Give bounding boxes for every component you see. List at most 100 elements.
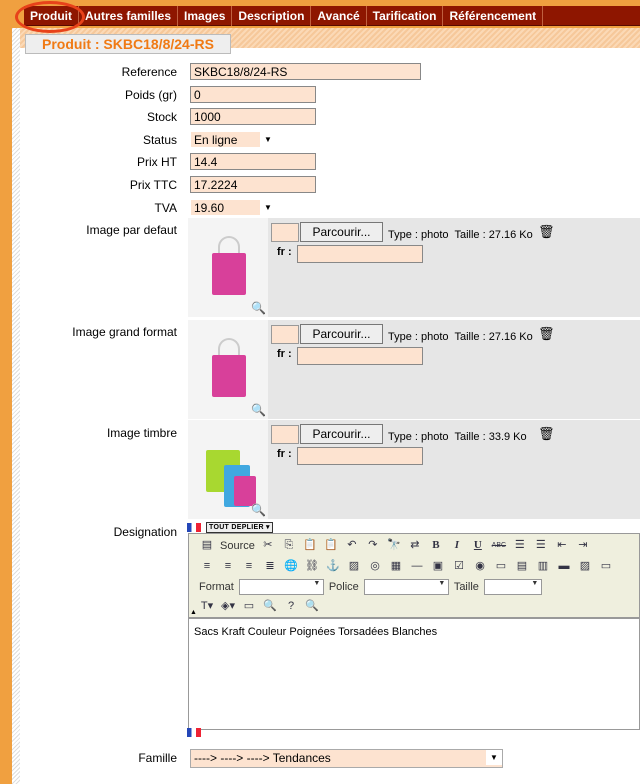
- select-icon[interactable]: ▥: [535, 559, 551, 574]
- trash-icon[interactable]: 🗑: [538, 224, 555, 240]
- prix-ttc-label: Prix TTC: [129, 178, 177, 192]
- align-center-icon[interactable]: ≡: [220, 559, 236, 574]
- image-timbre-section: 🔍 Parcourir... Type : photo Taille : 33.…: [188, 420, 640, 519]
- tab-referencement[interactable]: Référencement: [443, 6, 544, 26]
- link-icon[interactable]: 🌐: [283, 559, 299, 574]
- prix-ttc-input[interactable]: [190, 176, 316, 193]
- source-button[interactable]: Source: [220, 540, 255, 552]
- radio-icon[interactable]: ◉: [472, 559, 488, 574]
- cut-icon[interactable]: ✂: [260, 538, 276, 553]
- image-button-icon[interactable]: ▨: [577, 559, 593, 574]
- rule-icon[interactable]: ―: [409, 559, 425, 574]
- source-icon[interactable]: ▤: [199, 538, 215, 553]
- image-icon[interactable]: ▨: [346, 559, 362, 574]
- tab-description[interactable]: Description: [232, 6, 312, 26]
- status-select[interactable]: En ligne ▼: [190, 131, 277, 148]
- show-blocks-icon[interactable]: ▭: [241, 599, 257, 614]
- product-thumbnail[interactable]: 🔍: [188, 420, 268, 519]
- textarea-icon[interactable]: ▤: [514, 559, 530, 574]
- stock-input[interactable]: [190, 108, 316, 125]
- police-select[interactable]: ▼: [363, 579, 449, 595]
- expand-all-button[interactable]: TOUT DEPLIER ▾: [206, 522, 273, 533]
- find-icon[interactable]: 🔭: [386, 538, 402, 553]
- poids-input[interactable]: [190, 86, 316, 103]
- fr-input[interactable]: [297, 245, 423, 263]
- product-thumbnail[interactable]: 🔍: [188, 218, 268, 317]
- justify-icon[interactable]: ≣: [262, 559, 278, 574]
- trash-icon[interactable]: 🗑: [538, 426, 555, 442]
- prix-ht-input[interactable]: [190, 153, 316, 170]
- reference-input[interactable]: [190, 63, 421, 80]
- collapse-toolbar-icon[interactable]: ▲: [190, 609, 197, 616]
- taille-select[interactable]: ▼: [483, 579, 542, 595]
- fr-input[interactable]: [297, 347, 423, 365]
- form-icon[interactable]: ▣: [430, 559, 446, 574]
- trash-icon[interactable]: 🗑: [538, 326, 555, 342]
- tab-autres-familles[interactable]: Autres familles: [79, 6, 179, 26]
- browse-button[interactable]: Parcourir...: [300, 424, 383, 444]
- file-input[interactable]: [271, 325, 299, 344]
- textfield-icon[interactable]: ▭: [493, 559, 509, 574]
- highlight-circle: [15, 1, 85, 33]
- status-value: En ligne: [194, 133, 238, 147]
- copy-icon[interactable]: ⎘: [281, 538, 297, 553]
- indent-icon[interactable]: ⇥: [575, 538, 591, 553]
- browse-button[interactable]: Parcourir...: [300, 222, 383, 242]
- underline-icon[interactable]: U: [470, 538, 486, 553]
- chevron-down-icon: ▼: [486, 750, 502, 765]
- stock-label: Stock: [146, 110, 177, 124]
- file-input[interactable]: [271, 223, 299, 242]
- image-grand-section: 🔍 Parcourir... Type : photo Taille : 27.…: [188, 320, 640, 419]
- print-preview-icon[interactable]: 🔍: [304, 599, 320, 614]
- strikethrough-icon[interactable]: ABC: [491, 538, 507, 553]
- outdent-icon[interactable]: ⇤: [554, 538, 570, 553]
- famille-label: Famille: [138, 751, 177, 765]
- tab-images[interactable]: Images: [178, 6, 233, 26]
- preview-icon[interactable]: 🔍: [262, 599, 278, 614]
- replace-icon[interactable]: ⇄: [407, 538, 423, 553]
- fr-input[interactable]: [297, 447, 423, 465]
- tab-tarification[interactable]: Tarification: [367, 6, 444, 26]
- button-icon[interactable]: ▬: [556, 559, 572, 574]
- page-title: Produit : SKBC18/8/24-RS: [25, 34, 231, 54]
- famille-select[interactable]: ----> ----> ----> Tendances ▼: [190, 749, 503, 768]
- status-label: Status: [142, 133, 177, 147]
- famille-value: ----> ----> ----> Tendances: [194, 751, 331, 765]
- bold-icon[interactable]: B: [428, 538, 444, 553]
- unordered-list-icon[interactable]: ☰: [533, 538, 549, 553]
- size-text: Taille : 27.16 Ko: [454, 229, 533, 241]
- unlink-icon[interactable]: ⛓: [304, 559, 320, 574]
- zoom-icon[interactable]: 🔍: [251, 503, 266, 517]
- redo-icon[interactable]: ↷: [365, 538, 381, 553]
- type-text: Type : photo: [388, 431, 449, 443]
- align-right-icon[interactable]: ≡: [241, 559, 257, 574]
- poids-label: Poids (gr): [124, 88, 177, 102]
- italic-icon[interactable]: I: [449, 538, 465, 553]
- zoom-icon[interactable]: 🔍: [251, 403, 266, 417]
- reference-label: Reference: [121, 65, 177, 79]
- format-select[interactable]: ▼: [238, 579, 324, 595]
- file-input[interactable]: [271, 425, 299, 444]
- editor-content[interactable]: Sacs Kraft Couleur Poignées Torsadées Bl…: [188, 618, 640, 730]
- prix-ht-label: Prix HT: [137, 155, 177, 169]
- zoom-icon[interactable]: 🔍: [251, 301, 266, 315]
- ordered-list-icon[interactable]: ☰: [512, 538, 528, 553]
- paste-icon[interactable]: 📋: [302, 538, 318, 553]
- anchor-icon[interactable]: ⚓: [325, 559, 341, 574]
- fr-label: fr :: [277, 448, 292, 460]
- hidden-field-icon[interactable]: ▭: [598, 559, 614, 574]
- help-icon[interactable]: ?: [283, 599, 299, 614]
- paste-word-icon[interactable]: 📋: [323, 538, 339, 553]
- tva-value: 19.60: [194, 201, 225, 215]
- tva-select[interactable]: 19.60 ▼: [190, 199, 277, 216]
- browse-button[interactable]: Parcourir...: [300, 324, 383, 344]
- undo-icon[interactable]: ↶: [344, 538, 360, 553]
- background-color-icon[interactable]: ◈▾: [220, 599, 236, 614]
- checkbox-icon[interactable]: ☑: [451, 559, 467, 574]
- product-thumbnail[interactable]: 🔍: [188, 320, 268, 419]
- align-left-icon[interactable]: ≡: [199, 559, 215, 574]
- flash-icon[interactable]: ◎: [367, 559, 383, 574]
- table-icon[interactable]: ▦: [388, 559, 404, 574]
- text-color-icon[interactable]: T▾: [199, 599, 215, 614]
- tab-avance[interactable]: Avancé: [311, 6, 367, 26]
